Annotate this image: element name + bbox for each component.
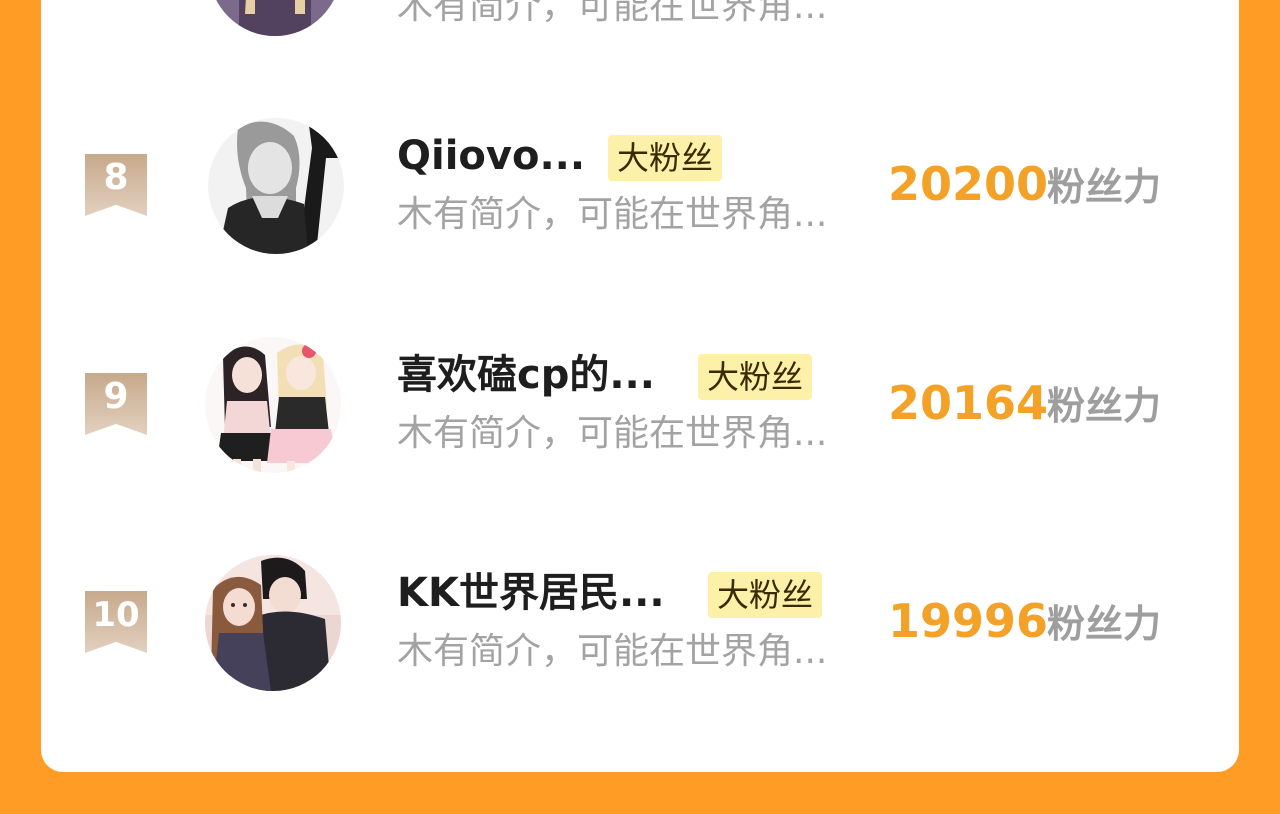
list-item[interactable]: 9 喜欢磕cp的... 大粉丝 木有简介，可能在世界角... 20164 粉丝力 <box>0 337 1280 477</box>
user-name[interactable]: Qiiovo... <box>397 128 585 184</box>
rank-number: 8 <box>103 157 129 198</box>
rank-badge: 10 <box>85 591 147 653</box>
fan-level-badge: 大粉丝 <box>608 135 723 181</box>
avatar[interactable] <box>205 337 341 473</box>
fan-score: 20164 <box>888 376 1049 430</box>
fan-score-unit: 粉丝力 <box>1047 384 1162 428</box>
intro-text: 木有简介，可能在世界角... <box>397 413 828 454</box>
list-item[interactable]: 8 Qiiovo... 大粉丝 木有简介，可能在世界角... 20200 粉丝力 <box>0 118 1280 258</box>
rank-number: 10 <box>92 595 140 635</box>
intro-text: 木有简介，可能在世界角... <box>397 631 828 672</box>
list-item[interactable]: 10 KK世界居民... 大粉丝 木有简介，可能在世界角... 19996 粉丝… <box>0 555 1280 695</box>
rank-number: 9 <box>103 376 129 417</box>
fan-score-unit: 粉丝力 <box>1047 165 1162 209</box>
avatar-two-girls-icon <box>205 337 341 473</box>
intro-text: 木有简介，可能在世界角... <box>397 194 828 235</box>
avatar[interactable] <box>208 118 344 254</box>
rank-badge: 8 <box>85 154 147 216</box>
intro-text: 木有简介，可能在世界角... <box>397 0 828 27</box>
rank-badge: 9 <box>85 373 147 435</box>
fan-score: 19996 <box>888 594 1049 648</box>
fan-level-badge: 大粉丝 <box>708 572 823 618</box>
user-name[interactable]: KK世界居民... <box>397 565 665 621</box>
fan-score: 20200 <box>888 157 1049 211</box>
avatar[interactable] <box>205 555 341 691</box>
user-name[interactable]: 喜欢磕cp的... <box>397 347 655 403</box>
fan-score-unit: 粉丝力 <box>1047 602 1162 646</box>
fan-level-badge: 大粉丝 <box>698 354 813 400</box>
avatar-girl-grayscale-icon <box>208 118 344 254</box>
avatar-couple-icon <box>205 555 341 691</box>
